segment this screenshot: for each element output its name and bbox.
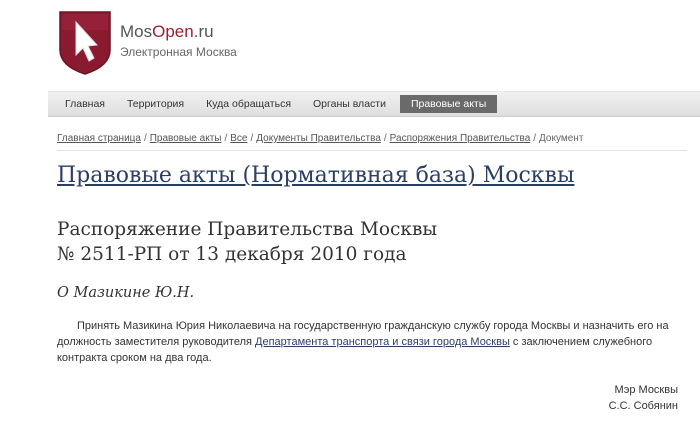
breadcrumb: Главная страница / Правовые акты / Все / Докум…	[57, 133, 583, 144]
nav-item-where-to-apply[interactable]: Куда обращаться	[195, 95, 302, 113]
nav-item-legal-acts[interactable]: Правовые акты	[399, 95, 498, 113]
department-link[interactable]: Департамента транспорта и связи города М…	[255, 336, 510, 348]
brand-name: MosOpen.ru	[120, 22, 214, 41]
logo-cursor-icon[interactable]	[58, 10, 112, 76]
signature-title: Мэр Москвы	[614, 384, 678, 396]
breadcrumb-link-all[interactable]: Все	[230, 133, 247, 144]
breadcrumb-link-government-docs[interactable]: Документы Правительства	[256, 133, 381, 144]
breadcrumb-separator: /	[383, 133, 387, 144]
breadcrumb-current: Документ	[539, 133, 584, 144]
signature: Мэр Москвы С.С. Собянин	[609, 382, 678, 414]
breadcrumb-link-government-orders[interactable]: Распоряжения Правительства	[390, 133, 531, 144]
breadcrumb-separator: /	[533, 133, 537, 144]
document-type: Распоряжение Правительства Москвы	[57, 219, 438, 240]
breadcrumb-separator: /	[224, 133, 228, 144]
main-nav: Главная Территория Куда обращаться Орган…	[48, 91, 700, 117]
breadcrumb-link-legal-acts[interactable]: Правовые акты	[150, 133, 222, 144]
page-title-link[interactable]: Правовые акты (Нормативная база) Москвы	[57, 163, 574, 188]
breadcrumb-separator: /	[250, 133, 254, 144]
document-body: Принять Мазикина Юрия Николаевича на гос…	[57, 318, 682, 366]
document-heading: Распоряжение Правительства Москвы № 2511…	[57, 217, 437, 267]
divider	[57, 150, 687, 151]
breadcrumb-link-home[interactable]: Главная страница	[57, 133, 141, 144]
brand-tagline: Электронная Москва	[120, 45, 237, 59]
page: MosOpen.ru Электронная Москва Главная Те…	[0, 0, 700, 440]
nav-item-authorities[interactable]: Органы власти	[302, 95, 397, 113]
signature-name: С.С. Собянин	[608, 400, 678, 412]
document-subject: О Мазикине Ю.Н.	[57, 285, 195, 301]
breadcrumb-separator: /	[143, 133, 147, 144]
document-number-date: № 2511-РП от 13 декабря 2010 года	[57, 244, 407, 265]
nav-item-home[interactable]: Главная	[54, 95, 116, 113]
nav-item-territory[interactable]: Территория	[116, 95, 195, 113]
brand[interactable]: MosOpen.ru Электронная Москва	[120, 22, 237, 59]
